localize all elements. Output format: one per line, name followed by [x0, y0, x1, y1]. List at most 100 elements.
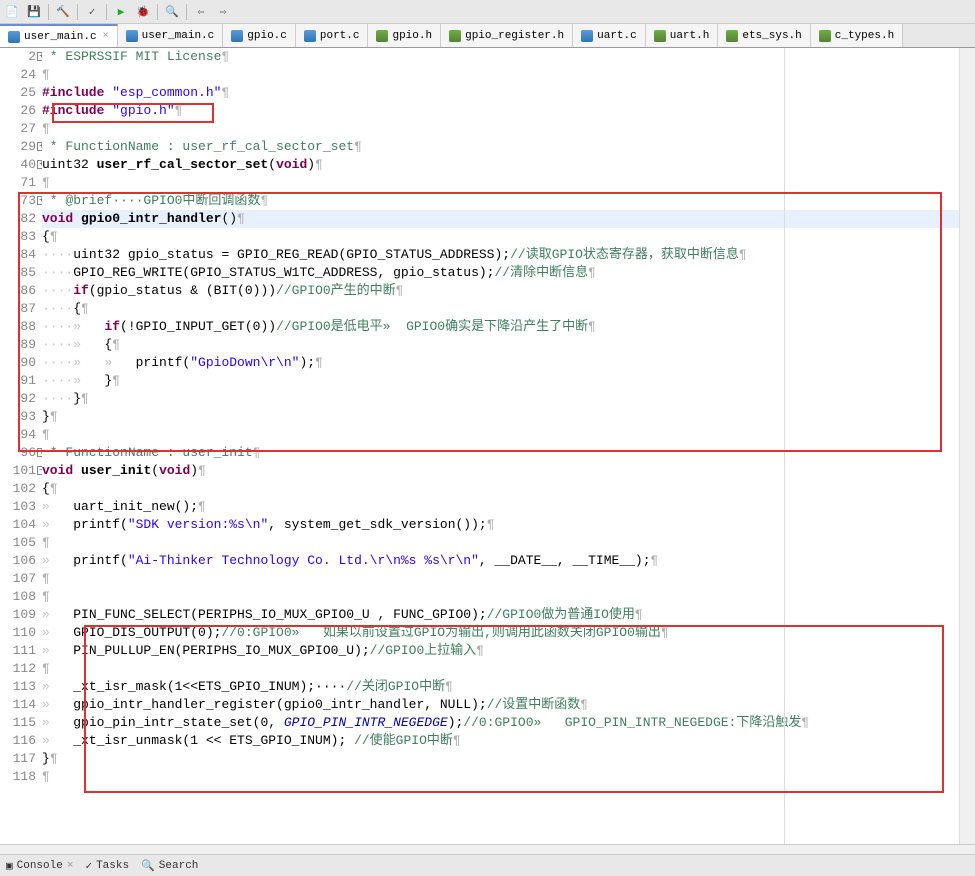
code-line[interactable]: ¶: [42, 66, 975, 84]
code-line[interactable]: }¶: [42, 750, 975, 768]
code-line[interactable]: ····uint32 gpio_status = GPIO_REG_READ(G…: [42, 246, 975, 264]
code-token: »: [42, 553, 73, 568]
code-line[interactable]: * @brief····GPIO0中断回调函数¶: [42, 192, 975, 210]
code-line[interactable]: » PIN_PULLUP_EN(PERIPHS_IO_MUX_GPIO0_U);…: [42, 642, 975, 660]
code-line[interactable]: » printf("Ai-Thinker Technology Co. Ltd.…: [42, 552, 975, 570]
code-line[interactable]: ····{¶: [42, 300, 975, 318]
code-line[interactable]: ¶: [42, 660, 975, 678]
c-file-icon: [304, 30, 316, 42]
code-token: ¶: [453, 733, 461, 748]
code-token: ¶: [476, 643, 484, 658]
tab-label: uart.h: [670, 30, 710, 42]
line-number: 88: [0, 318, 36, 336]
bottom-tab[interactable]: ▣Console ×: [6, 859, 73, 873]
toolbar-tasks-icon[interactable]: ✓: [84, 4, 100, 20]
bottom-tab[interactable]: ✓Tasks: [85, 859, 129, 873]
toolbar-new-icon[interactable]: 📄: [4, 4, 20, 20]
code-token: ¶: [739, 247, 747, 262]
bottom-tab[interactable]: 🔍Search: [141, 859, 198, 873]
code-line[interactable]: » PIN_FUNC_SELECT(PERIPHS_IO_MUX_GPIO0_U…: [42, 606, 975, 624]
line-number: 94: [0, 426, 36, 444]
code-line[interactable]: ¶: [42, 588, 975, 606]
editor-tab[interactable]: uart.h: [646, 24, 719, 47]
editor-tab[interactable]: ets_sys.h: [718, 24, 810, 47]
code-line[interactable]: » _xt_isr_unmask(1 << ETS_GPIO_INUM); //…: [42, 732, 975, 750]
code-area[interactable]: * ESPRSSIF MIT License¶¶#include "esp_co…: [42, 48, 975, 844]
toolbar-sep: [106, 4, 107, 20]
code-token: }: [42, 409, 50, 424]
editor-tab[interactable]: user_main.c×: [0, 24, 118, 47]
tab-label: gpio_register.h: [465, 30, 564, 42]
code-line[interactable]: ¶: [42, 570, 975, 588]
toolbar-search-icon[interactable]: 🔍: [164, 4, 180, 20]
line-number: 82: [0, 210, 36, 228]
code-line[interactable]: ····» }¶: [42, 372, 975, 390]
editor-tab[interactable]: c_types.h: [811, 24, 903, 47]
code-line[interactable]: void gpio0_intr_handler()¶: [42, 210, 975, 228]
vertical-scrollbar[interactable]: [959, 48, 975, 844]
code-line[interactable]: * FunctionName : user_rf_cal_sector_set¶: [42, 138, 975, 156]
code-line[interactable]: » GPIO_DIS_OUTPUT(0);//0:GPIO0» 如果以前设置过G…: [42, 624, 975, 642]
editor-tab[interactable]: user_main.c: [118, 24, 224, 47]
editor-tab[interactable]: port.c: [296, 24, 369, 47]
line-number: 101−: [0, 462, 36, 480]
code-line[interactable]: uint32 user_rf_cal_sector_set(void)¶: [42, 156, 975, 174]
line-number: 29+: [0, 138, 36, 156]
code-line[interactable]: ¶: [42, 174, 975, 192]
toolbar-hammer-icon[interactable]: 🔨: [55, 4, 71, 20]
code-line[interactable]: ¶: [42, 768, 975, 786]
editor-tab[interactable]: gpio.h: [368, 24, 441, 47]
code-line[interactable]: » _xt_isr_mask(1<<ETS_GPIO_INUM);····//关…: [42, 678, 975, 696]
code-line[interactable]: #include "esp_common.h"¶: [42, 84, 975, 102]
code-line[interactable]: ····» {¶: [42, 336, 975, 354]
code-line[interactable]: void user_init(void)¶: [42, 462, 975, 480]
code-line[interactable]: ····» » printf("GpioDown\r\n");¶: [42, 354, 975, 372]
code-token: uint32: [42, 157, 97, 172]
code-token: * FunctionName : user_rf_cal_sector_set: [42, 139, 354, 154]
toolbar-nav-icon[interactable]: ⇨: [215, 4, 231, 20]
line-number: 87: [0, 300, 36, 318]
code-token: ¶: [315, 355, 323, 370]
code-line[interactable]: ····GPIO_REG_WRITE(GPIO_STATUS_W1TC_ADDR…: [42, 264, 975, 282]
editor-tab[interactable]: gpio_register.h: [441, 24, 573, 47]
code-line[interactable]: » gpio_intr_handler_register(gpio0_intr_…: [42, 696, 975, 714]
code-line[interactable]: * FunctionName : user_init¶: [42, 444, 975, 462]
toolbar-nav-icon[interactable]: ⇦: [193, 4, 209, 20]
tasks-icon: ✓: [85, 859, 92, 873]
code-line[interactable]: ····if(gpio_status & (BIT(0)))//GPIO0产生的…: [42, 282, 975, 300]
code-line[interactable]: ¶: [42, 120, 975, 138]
line-number: 84: [0, 246, 36, 264]
line-number: 113: [0, 678, 36, 696]
line-number: 105: [0, 534, 36, 552]
toolbar-debug-icon[interactable]: 🐞: [135, 4, 151, 20]
h-file-icon: [376, 30, 388, 42]
code-token: ¶: [42, 535, 50, 550]
code-line[interactable]: #include "gpio.h"¶: [42, 102, 975, 120]
editor-tab[interactable]: gpio.c: [223, 24, 296, 47]
code-line[interactable]: {¶: [42, 228, 975, 246]
code-token: (): [221, 211, 237, 226]
code-line[interactable]: » gpio_pin_intr_state_set(0, GPIO_PIN_IN…: [42, 714, 975, 732]
code-line[interactable]: * ESPRSSIF MIT License¶: [42, 48, 975, 66]
code-line[interactable]: ¶: [42, 426, 975, 444]
code-line[interactable]: ····}¶: [42, 390, 975, 408]
code-token: * FunctionName : user_init: [42, 445, 253, 460]
line-number: 106: [0, 552, 36, 570]
toolbar-save-icon[interactable]: 💾: [26, 4, 42, 20]
code-line[interactable]: ¶: [42, 534, 975, 552]
toolbar-run-icon[interactable]: ▶: [113, 4, 129, 20]
code-line[interactable]: » printf("SDK version:%s\n", system_get_…: [42, 516, 975, 534]
close-icon[interactable]: ×: [103, 31, 109, 42]
code-token: ¶: [315, 157, 323, 172]
code-token: ¶: [50, 481, 58, 496]
code-line[interactable]: {¶: [42, 480, 975, 498]
code-token: if: [104, 319, 120, 334]
code-line[interactable]: » uart_init_new();¶: [42, 498, 975, 516]
code-token: );: [448, 715, 464, 730]
code-line[interactable]: ····» if(!GPIO_INPUT_GET(0))//GPIO0是低电平»…: [42, 318, 975, 336]
code-token: ····: [42, 301, 73, 316]
close-icon[interactable]: ×: [67, 860, 74, 872]
code-token: gpio0_intr_handler: [81, 211, 221, 226]
editor-tab[interactable]: uart.c: [573, 24, 646, 47]
code-line[interactable]: }¶: [42, 408, 975, 426]
